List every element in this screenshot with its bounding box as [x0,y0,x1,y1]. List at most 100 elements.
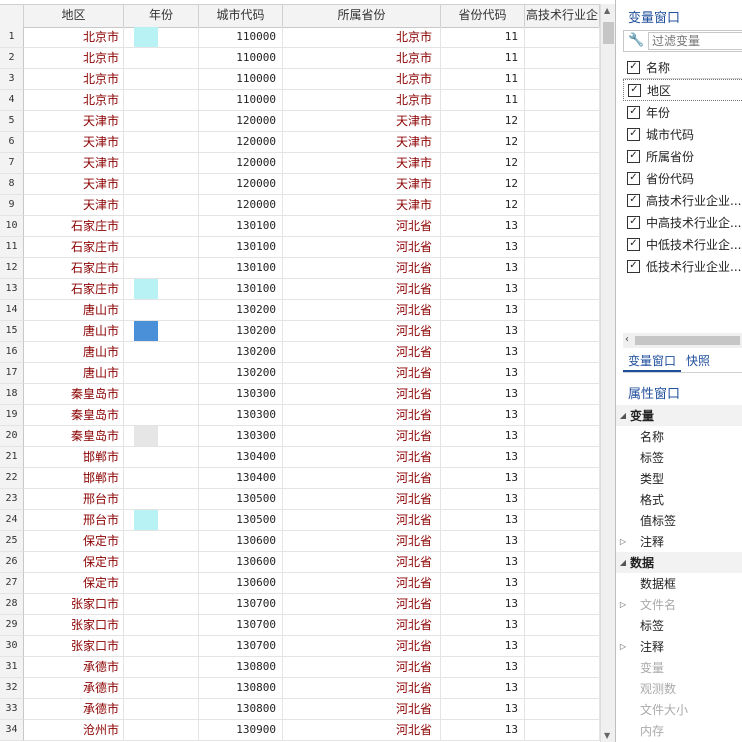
expand-triangle-icon[interactable]: ▷ [616,537,630,546]
row-number[interactable]: 26 [0,552,24,573]
cell-province-code[interactable]: 11 [441,48,525,69]
property-row[interactable]: 格式 [616,489,742,510]
cell-province-code[interactable]: 13 [441,699,525,720]
cell-year[interactable] [124,48,199,69]
cell-high-tech[interactable] [525,594,600,615]
property-row[interactable]: 标签 [616,447,742,468]
cell-province-code[interactable]: 12 [441,174,525,195]
column-header-1[interactable]: 地区 [24,5,124,27]
row-number[interactable]: 11 [0,237,24,258]
cell-high-tech[interactable] [525,195,600,216]
row-number[interactable]: 14 [0,300,24,321]
cell-region[interactable]: 保定市 [24,573,124,594]
variable-item[interactable]: ✓ 地区 [623,79,742,101]
cell-region[interactable]: 秦皇岛市 [24,405,124,426]
variable-filter-input[interactable] [648,32,742,50]
cell-high-tech[interactable] [525,531,600,552]
cell-city-code[interactable]: 130100 [199,258,283,279]
cell-high-tech[interactable] [525,678,600,699]
cell-province-code[interactable]: 13 [441,258,525,279]
cell-province[interactable]: 北京市 [283,27,441,48]
row-number[interactable]: 20 [0,426,24,447]
cell-high-tech[interactable] [525,279,600,300]
tab-snapshot[interactable]: 快照 [681,352,715,372]
table-row[interactable]: 18 秦皇岛市 130300 河北省 13 [0,384,600,405]
cell-province-code[interactable]: 11 [441,90,525,111]
table-row[interactable]: 14 唐山市 130200 河北省 13 [0,300,600,321]
row-number[interactable]: 18 [0,384,24,405]
cell-province-code[interactable]: 12 [441,153,525,174]
cell-province-code[interactable]: 13 [441,279,525,300]
table-row[interactable]: 23 邢台市 130500 河北省 13 [0,489,600,510]
cell-high-tech[interactable] [525,258,600,279]
data-grid[interactable]: 地区 年份 城市代码 所属省份 省份代码 高技术行业企 1 北京市 110000 北京市 11 2 北… [0,0,615,742]
cell-province-code[interactable]: 13 [441,342,525,363]
cell-year[interactable] [124,279,199,300]
cell-province[interactable]: 河北省 [283,615,441,636]
cell-city-code[interactable]: 130500 [199,510,283,531]
cell-year[interactable] [124,111,199,132]
cell-province[interactable]: 河北省 [283,342,441,363]
cell-year[interactable] [124,363,199,384]
cell-high-tech[interactable] [525,174,600,195]
cell-city-code[interactable]: 130300 [199,426,283,447]
table-row[interactable]: 13 石家庄市 130100 河北省 13 [0,279,600,300]
variable-item[interactable]: ✓ 省份代码 [623,167,742,189]
cell-region[interactable]: 秦皇岛市 [24,426,124,447]
cell-province[interactable]: 河北省 [283,279,441,300]
table-row[interactable]: 33 承德市 130800 河北省 13 [0,699,600,720]
cell-province-code[interactable]: 13 [441,489,525,510]
cell-province[interactable]: 河北省 [283,510,441,531]
cell-city-code[interactable]: 110000 [199,27,283,48]
cell-province-code[interactable]: 13 [441,300,525,321]
table-row[interactable]: 8 天津市 120000 天津市 12 [0,174,600,195]
table-row[interactable]: 3 北京市 110000 北京市 11 [0,69,600,90]
row-number[interactable]: 33 [0,699,24,720]
table-row[interactable]: 15 唐山市 130200 河北省 13 [0,321,600,342]
cell-year[interactable] [124,321,199,342]
cell-year[interactable] [124,699,199,720]
cell-province[interactable]: 河北省 [283,678,441,699]
cell-city-code[interactable]: 130100 [199,237,283,258]
cell-year[interactable] [124,489,199,510]
cell-region[interactable]: 保定市 [24,531,124,552]
cell-high-tech[interactable] [525,132,600,153]
table-row[interactable]: 19 秦皇岛市 130300 河北省 13 [0,405,600,426]
row-number[interactable]: 27 [0,573,24,594]
cell-city-code[interactable]: 130200 [199,342,283,363]
cell-region[interactable]: 北京市 [24,48,124,69]
cell-high-tech[interactable] [525,657,600,678]
cell-high-tech[interactable] [525,321,600,342]
cell-province[interactable]: 北京市 [283,69,441,90]
row-number[interactable]: 23 [0,489,24,510]
variable-item[interactable]: ✓ 低技术行业企业... [623,255,742,277]
cell-region[interactable]: 承德市 [24,699,124,720]
cell-city-code[interactable]: 130200 [199,321,283,342]
cell-region[interactable]: 石家庄市 [24,279,124,300]
cell-province-code[interactable]: 13 [441,237,525,258]
cell-high-tech[interactable] [525,636,600,657]
cell-province-code[interactable]: 13 [441,426,525,447]
table-row[interactable]: 1 北京市 110000 北京市 11 [0,27,600,48]
cell-province-code[interactable]: 13 [441,636,525,657]
cell-region[interactable]: 北京市 [24,90,124,111]
cell-year[interactable] [124,552,199,573]
cell-province[interactable]: 河北省 [283,594,441,615]
row-number[interactable]: 12 [0,258,24,279]
variable-list-scroll-thumb[interactable] [635,336,740,345]
row-number[interactable]: 32 [0,678,24,699]
cell-year[interactable] [124,174,199,195]
cell-year[interactable] [124,132,199,153]
cell-city-code[interactable]: 130200 [199,300,283,321]
cell-city-code[interactable]: 120000 [199,195,283,216]
cell-province-code[interactable]: 12 [441,132,525,153]
variable-item[interactable]: ✓ 城市代码 [623,123,742,145]
cell-year[interactable] [124,69,199,90]
cell-high-tech[interactable] [525,153,600,174]
cell-high-tech[interactable] [525,48,600,69]
cell-region[interactable]: 唐山市 [24,300,124,321]
column-header-5[interactable]: 省份代码 [441,5,525,27]
cell-year[interactable] [124,678,199,699]
cell-city-code[interactable]: 130600 [199,552,283,573]
cell-province-code[interactable]: 13 [441,321,525,342]
